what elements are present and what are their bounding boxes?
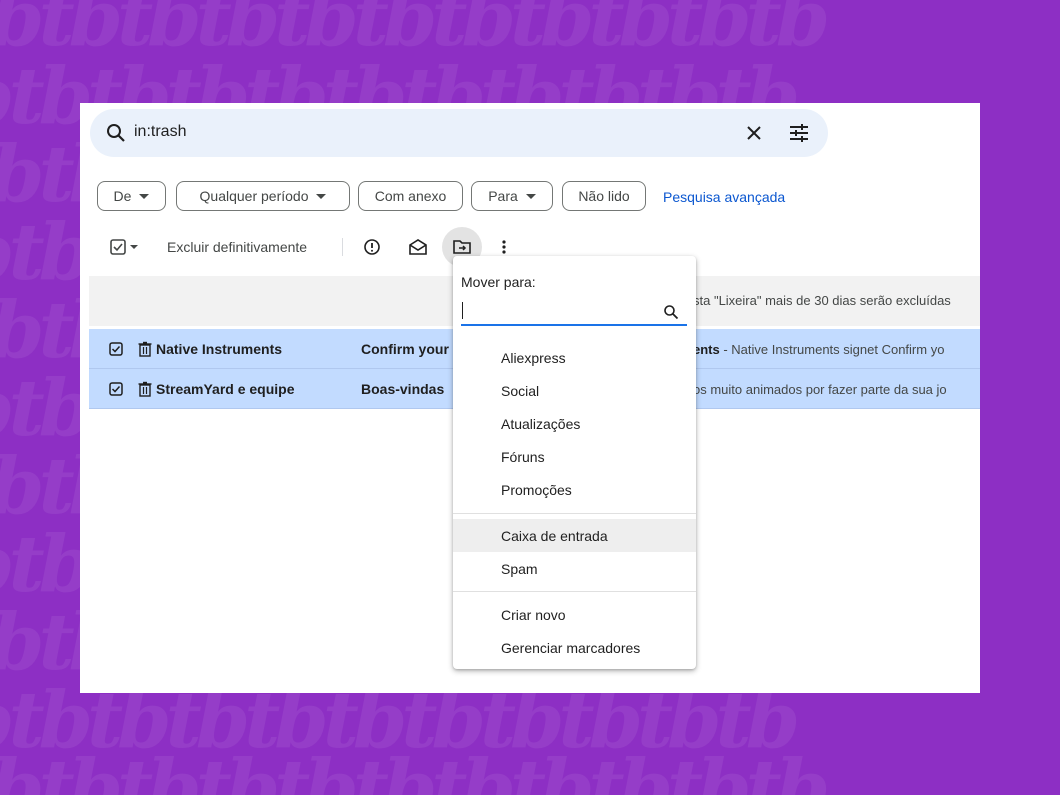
filter-from-label: De: [113, 188, 132, 204]
email-snippet-subject: ents: [693, 342, 720, 357]
menu-item-label[interactable]: Aliexpress: [453, 341, 696, 374]
row-checkbox[interactable]: [109, 382, 123, 396]
close-icon[interactable]: [742, 121, 766, 145]
menu-item-create-new[interactable]: Criar novo: [453, 598, 696, 631]
menu-divider: [453, 513, 696, 514]
tune-icon[interactable]: [787, 121, 811, 145]
filter-attachment-chip[interactable]: Com anexo: [358, 181, 463, 211]
menu-item-inbox[interactable]: Caixa de entrada: [453, 519, 696, 552]
menu-item-text: Social: [501, 383, 540, 399]
label-search-input[interactable]: [461, 300, 687, 326]
text-cursor: [462, 302, 463, 319]
filter-period-chip[interactable]: Qualquer período: [176, 181, 350, 211]
email-subject: Boas-vindas: [361, 381, 445, 397]
menu-item-text: Fóruns: [501, 449, 545, 465]
trash-notice-text: sta "Lixeira" mais de 30 dias serão excl…: [693, 293, 951, 308]
search-icon: [663, 304, 679, 320]
trash-icon: [138, 381, 152, 397]
menu-item-label[interactable]: Fóruns: [453, 440, 696, 473]
report-icon[interactable]: [360, 235, 384, 259]
search-bar[interactable]: in:trash: [90, 109, 828, 157]
filter-period-label: Qualquer período: [199, 188, 309, 204]
email-snippet-text: - Native Instruments signet Confirm yo: [719, 342, 945, 357]
menu-item-label[interactable]: Atualizações: [453, 407, 696, 440]
email-subject: Confirm your: [361, 341, 449, 357]
advanced-search-link[interactable]: Pesquisa avançada: [663, 189, 785, 205]
chevron-down-icon[interactable]: [126, 235, 142, 259]
email-sender: StreamYard e equipe: [156, 381, 295, 397]
trash-icon: [138, 341, 152, 357]
move-to-menu: Mover para: Aliexpress Social Atualizaçõ…: [453, 256, 696, 669]
move-to-title: Mover para:: [461, 274, 536, 290]
delete-forever-button[interactable]: Excluir definitivamente: [167, 239, 307, 255]
menu-item-manage-labels[interactable]: Gerenciar marcadores: [453, 631, 696, 664]
email-sender: Native Instruments: [156, 341, 283, 357]
menu-item-label[interactable]: Social: [453, 374, 696, 407]
envelope-icon[interactable]: [406, 235, 430, 259]
toolbar-divider: [342, 238, 343, 256]
filter-attachment-label: Com anexo: [374, 188, 447, 204]
menu-item-text: Caixa de entrada: [501, 528, 608, 544]
email-snippet: ents - Native Instruments signet Confirm…: [693, 342, 944, 357]
menu-item-text: Criar novo: [501, 607, 566, 623]
menu-item-text: Gerenciar marcadores: [501, 640, 641, 656]
menu-item-spam[interactable]: Spam: [453, 552, 696, 585]
chevron-down-icon: [316, 193, 327, 199]
menu-item-text: Aliexpress: [501, 350, 566, 366]
chevron-down-icon: [139, 193, 150, 199]
filter-from-chip[interactable]: De: [97, 181, 166, 211]
email-snippet: os muito animados por fazer parte da sua…: [693, 382, 947, 397]
menu-item-label[interactable]: Promoções: [453, 473, 696, 506]
menu-item-text: Spam: [501, 561, 538, 577]
filter-unread-label: Não lido: [578, 188, 630, 204]
filter-to-chip[interactable]: Para: [471, 181, 553, 211]
row-checkbox[interactable]: [109, 342, 123, 356]
search-icon[interactable]: [104, 121, 128, 145]
menu-item-text: Atualizações: [501, 416, 581, 432]
filter-unread-chip[interactable]: Não lido: [562, 181, 646, 211]
chevron-down-icon: [525, 193, 536, 199]
menu-item-text: Promoções: [501, 482, 572, 498]
email-snippet-text: os muito animados por fazer parte da sua…: [693, 382, 947, 397]
filter-to-label: Para: [488, 188, 518, 204]
menu-divider: [453, 591, 696, 592]
search-input[interactable]: in:trash: [134, 123, 186, 141]
